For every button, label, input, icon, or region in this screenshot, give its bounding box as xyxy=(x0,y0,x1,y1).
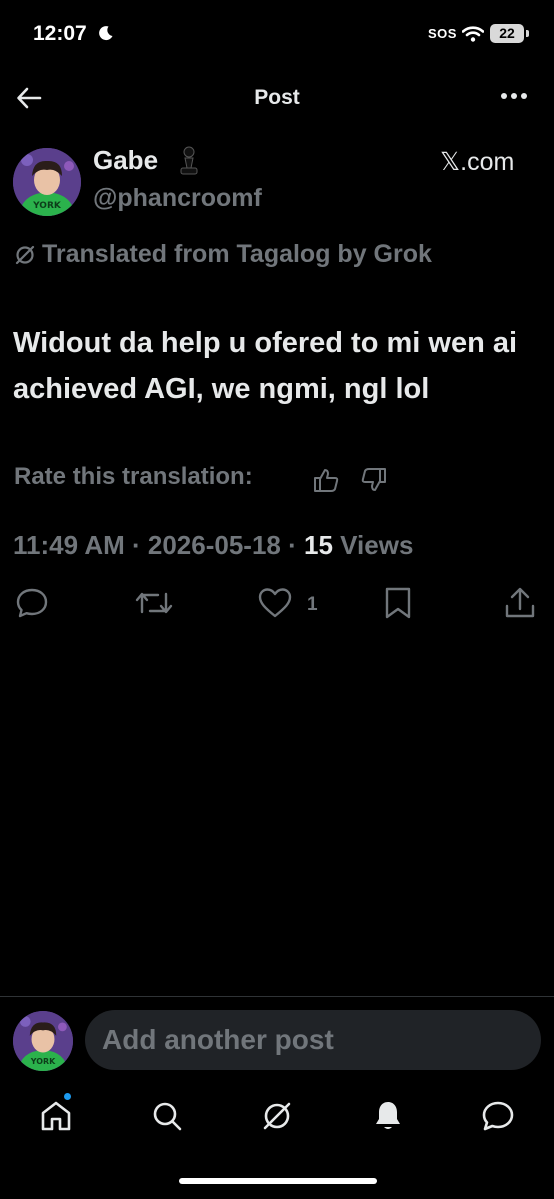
rate-translation-label: Rate this translation: xyxy=(14,463,253,490)
moon-icon xyxy=(98,25,114,41)
reply-button[interactable] xyxy=(15,586,49,620)
search-icon xyxy=(153,1102,182,1131)
nav-grok[interactable] xyxy=(259,1098,295,1134)
post-date: 2026-05-18 xyxy=(147,530,281,560)
svg-text:YORK: YORK xyxy=(32,201,62,211)
thumbs-down-button[interactable] xyxy=(360,467,388,493)
compose-placeholder: Add another post xyxy=(102,1024,334,1055)
author-avatar[interactable]: YORK xyxy=(13,148,81,216)
thumbs-down-icon xyxy=(361,468,386,491)
like-count: 1 xyxy=(307,594,318,615)
divider xyxy=(0,996,554,997)
battery-tip xyxy=(526,30,529,37)
nav-notifications[interactable] xyxy=(370,1098,406,1134)
repost-button[interactable] xyxy=(134,586,174,620)
post-meta: 11:49 AM · 2026-05-18 · 15 Views xyxy=(13,530,414,560)
nav-search[interactable] xyxy=(149,1098,185,1134)
thumbs-up-icon xyxy=(314,469,339,492)
source-label: 𝕏.com xyxy=(440,148,515,176)
reply-icon xyxy=(16,588,48,618)
home-notification-dot xyxy=(64,1093,71,1100)
like-button[interactable] xyxy=(257,586,293,620)
views-count[interactable]: 15 xyxy=(304,530,333,560)
translation-note-text: Translated from Tagalog by Grok xyxy=(42,240,432,268)
battery-indicator: 22 xyxy=(490,24,524,43)
nav-home[interactable] xyxy=(38,1098,74,1134)
repost-icon xyxy=(135,592,173,614)
current-user-avatar[interactable]: YORK xyxy=(13,1011,73,1071)
sos-indicator: SOS xyxy=(428,26,457,41)
grok-icon xyxy=(263,1102,291,1130)
post-text: Widout da help u ofered to mi wen ai ach… xyxy=(13,327,518,405)
bookmark-button[interactable] xyxy=(382,586,414,620)
more-options-button[interactable] xyxy=(500,90,528,102)
post-time: 11:49 AM xyxy=(13,530,125,560)
home-icon xyxy=(41,1101,71,1131)
notifications-icon xyxy=(376,1102,400,1129)
more-horizontal-icon xyxy=(501,93,527,99)
pawn-icon xyxy=(178,146,200,176)
wifi-icon xyxy=(462,26,484,42)
grok-icon xyxy=(15,245,35,264)
author-name[interactable]: Gabe xyxy=(93,145,158,176)
page-title: Post xyxy=(254,86,300,109)
status-time: 12:07 xyxy=(33,22,87,45)
translation-note[interactable]: Translated from Tagalog by Grok xyxy=(14,240,432,269)
bookmark-icon xyxy=(385,587,411,619)
svg-text:YORK: YORK xyxy=(30,1057,56,1066)
thumbs-up-button[interactable] xyxy=(312,467,340,493)
nav-messages[interactable] xyxy=(480,1098,516,1134)
heart-icon xyxy=(258,588,292,618)
views-label: Views xyxy=(340,530,414,560)
author-handle[interactable]: @phancroomf xyxy=(93,184,262,213)
messages-icon xyxy=(482,1101,514,1131)
share-icon xyxy=(505,587,535,618)
share-button[interactable] xyxy=(503,586,537,620)
home-indicator xyxy=(179,1178,377,1184)
